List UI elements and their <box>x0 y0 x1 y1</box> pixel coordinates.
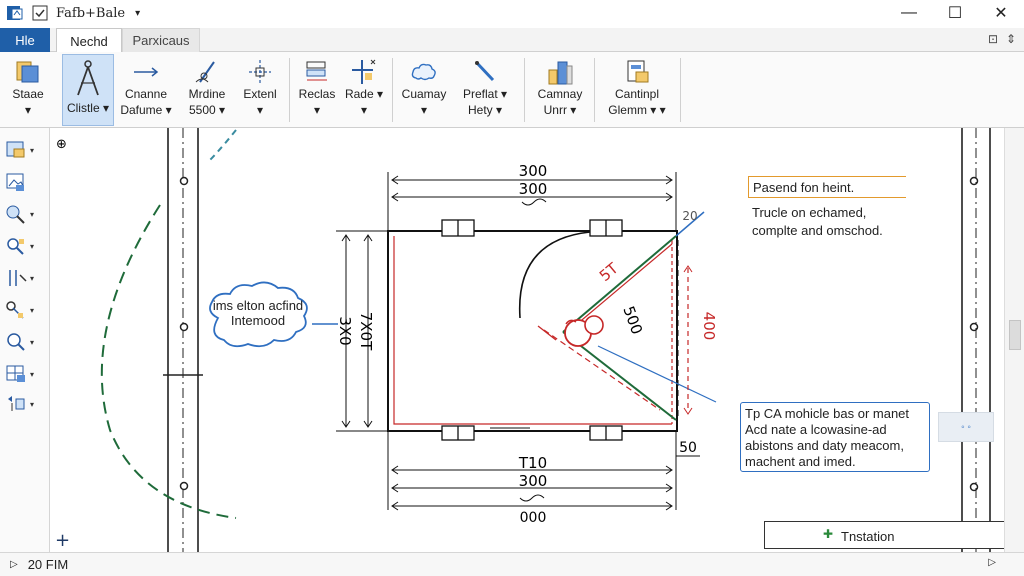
dimension-right[interactable]: 400 <box>700 312 718 341</box>
image-tool-button[interactable] <box>4 170 46 194</box>
radius-button[interactable]: Rade ▾ ▾ <box>342 54 386 126</box>
dimension-left-outer[interactable]: 3X0 <box>336 316 354 345</box>
grid-tool-button[interactable]: ▾ <box>4 362 46 386</box>
status-bar: ▷ 20 FIM ▷ <box>0 552 1024 576</box>
ribbon-separator <box>680 58 681 122</box>
right-column-lines <box>961 128 991 552</box>
cross-axis-icon <box>352 59 376 84</box>
search-icon <box>7 333 25 351</box>
modify-button[interactable]: Mrdine 5500 ▾ <box>180 54 234 126</box>
extend-button[interactable]: Extenl ▾ <box>236 54 284 126</box>
ribbon-separator <box>594 58 595 122</box>
window-title: Fafb+Bale <box>56 5 126 21</box>
dimension-diagonal-2[interactable]: 500 <box>619 304 646 337</box>
image-frame-icon <box>6 173 24 191</box>
stage-icon <box>16 61 39 83</box>
document-stack-icon <box>627 60 649 83</box>
select-tool-button[interactable]: ▾ <box>4 138 46 162</box>
title-bar: Fafb+Bale ▾ — ☐ ✕ <box>0 0 1024 26</box>
dimension-diagonal-1[interactable]: 5T <box>596 259 623 285</box>
stage-button[interactable]: Staae ▾ <box>4 54 52 126</box>
door-swing-arc[interactable] <box>518 231 591 319</box>
maximize-button[interactable]: ☐ <box>932 0 978 26</box>
ribbon-panel: Staae ▾ Clistle ▾ Cnanne Dafume ▾ Mrdine… <box>0 52 1024 128</box>
vertical-scrollbar[interactable] <box>1004 128 1024 552</box>
dimension-bottom-3[interactable]: 000 <box>520 510 547 526</box>
search-tool-button[interactable]: ▾ <box>4 330 46 354</box>
tick-mark <box>537 325 557 341</box>
zoom-tool-button[interactable]: ▾ <box>4 234 46 258</box>
diagonal-red-upper <box>569 243 673 331</box>
diagonal-red-lower <box>543 329 661 411</box>
magnifier-icon <box>7 238 24 255</box>
grid-icon <box>6 365 25 382</box>
green-dashed-arc[interactable] <box>100 204 237 519</box>
pen-icon <box>195 61 215 83</box>
extend-icon <box>249 60 271 84</box>
offset-icon <box>6 301 24 319</box>
cloud-callout-text: ims elton acfind Intemood <box>212 298 304 328</box>
arc-segment-top[interactable] <box>207 129 237 163</box>
note-heading-box[interactable]: Pasend fon heint. <box>748 176 906 198</box>
dimension-corner[interactable]: 50 <box>679 440 697 456</box>
ribbon-separator <box>524 58 525 122</box>
compass-icon <box>77 60 99 96</box>
red-symbol-bubble <box>584 315 604 335</box>
containment-button[interactable]: Cantinpl Glemm ▾ ▾ <box>598 54 676 126</box>
status-text: 20 FIM <box>27 557 69 572</box>
preflat-button[interactable]: Preflat ▾ Hety ▾ <box>454 54 516 126</box>
dimension-bottom-2[interactable]: 300 <box>519 472 548 490</box>
snap-marker-icon[interactable]: ⊕ <box>56 137 67 152</box>
left-toolbar: ▾ ▾ ▾ ▾ ▾ ▾ ▾ ▾ <box>0 128 50 552</box>
status-expand-icon[interactable]: ▷ <box>10 559 18 570</box>
compass-tool-button[interactable]: Clistle ▾ <box>62 54 114 126</box>
company-button[interactable]: Camnay Unrr ▾ <box>530 54 590 126</box>
layers-icon <box>306 61 327 81</box>
installation-label: Tnstation <box>841 529 895 544</box>
measure-tool-button[interactable]: ▾ <box>4 202 46 226</box>
quick-access-check-icon[interactable] <box>32 5 48 21</box>
select-window-icon <box>6 141 25 158</box>
scroll-thumb[interactable] <box>1009 320 1021 350</box>
close-button[interactable]: ✕ <box>978 0 1024 26</box>
app-icon[interactable] <box>6 4 24 22</box>
blue-note-box[interactable]: Tp CA mohicle bas or manet Acd nate a lc… <box>740 402 930 472</box>
pencil-icon <box>475 61 495 82</box>
status-right-arrow-icon[interactable]: ▷ <box>988 557 996 568</box>
ribbon-pin-icon[interactable]: ⇕ <box>1006 32 1016 46</box>
dimension-bottom-1[interactable]: T10 <box>518 454 547 472</box>
electrical-tool-button[interactable]: ▾ <box>4 392 46 416</box>
building-blocks-icon <box>548 61 573 85</box>
minimize-button[interactable]: — <box>886 0 932 26</box>
tab-file[interactable]: Hle <box>0 28 50 52</box>
electrical-icon <box>8 396 25 411</box>
tab-home[interactable]: Nechd <box>56 28 122 53</box>
split-icon <box>9 270 27 286</box>
tab-parameters[interactable]: Parxicaus <box>122 28 200 52</box>
channel-button[interactable]: Cnanne Dafume ▾ <box>118 54 174 126</box>
quick-access-dropdown-icon[interactable]: ▾ <box>135 8 140 19</box>
reclass-button[interactable]: Reclas ▾ <box>294 54 340 126</box>
diagonal-green-upper[interactable] <box>562 235 677 333</box>
dimension-left-inner[interactable]: 7X0T <box>357 312 375 351</box>
split-tool-button[interactable]: ▾ <box>4 266 46 290</box>
ribbon-restore-icon[interactable]: ⊡ <box>988 32 998 46</box>
ribbon-separator <box>392 58 393 122</box>
cloud-markup-button[interactable]: Cuamay ▾ <box>396 54 452 126</box>
measure-icon <box>6 205 25 224</box>
dimension-small[interactable]: 20 <box>682 209 697 223</box>
cloud-icon <box>411 63 436 81</box>
dimension-top-1[interactable]: 300 <box>519 162 548 180</box>
ribbon-tabs: Hle Nechd Parxicaus ⊡ ⇕ <box>0 28 1024 53</box>
installation-icon: ✚ <box>823 527 834 541</box>
installation-label-box[interactable]: ✚ Tnstation <box>764 521 1004 549</box>
dimension-top-2[interactable]: 300 <box>519 180 548 198</box>
arrow-right-icon <box>134 67 159 77</box>
note-line-2: complte and omschod. <box>752 223 883 238</box>
ribbon-separator <box>289 58 290 122</box>
add-point-icon[interactable]: + <box>55 530 70 551</box>
offset-tool-button[interactable]: ▾ <box>4 298 46 322</box>
floating-handle-button[interactable]: ◦ ◦ <box>938 412 994 442</box>
